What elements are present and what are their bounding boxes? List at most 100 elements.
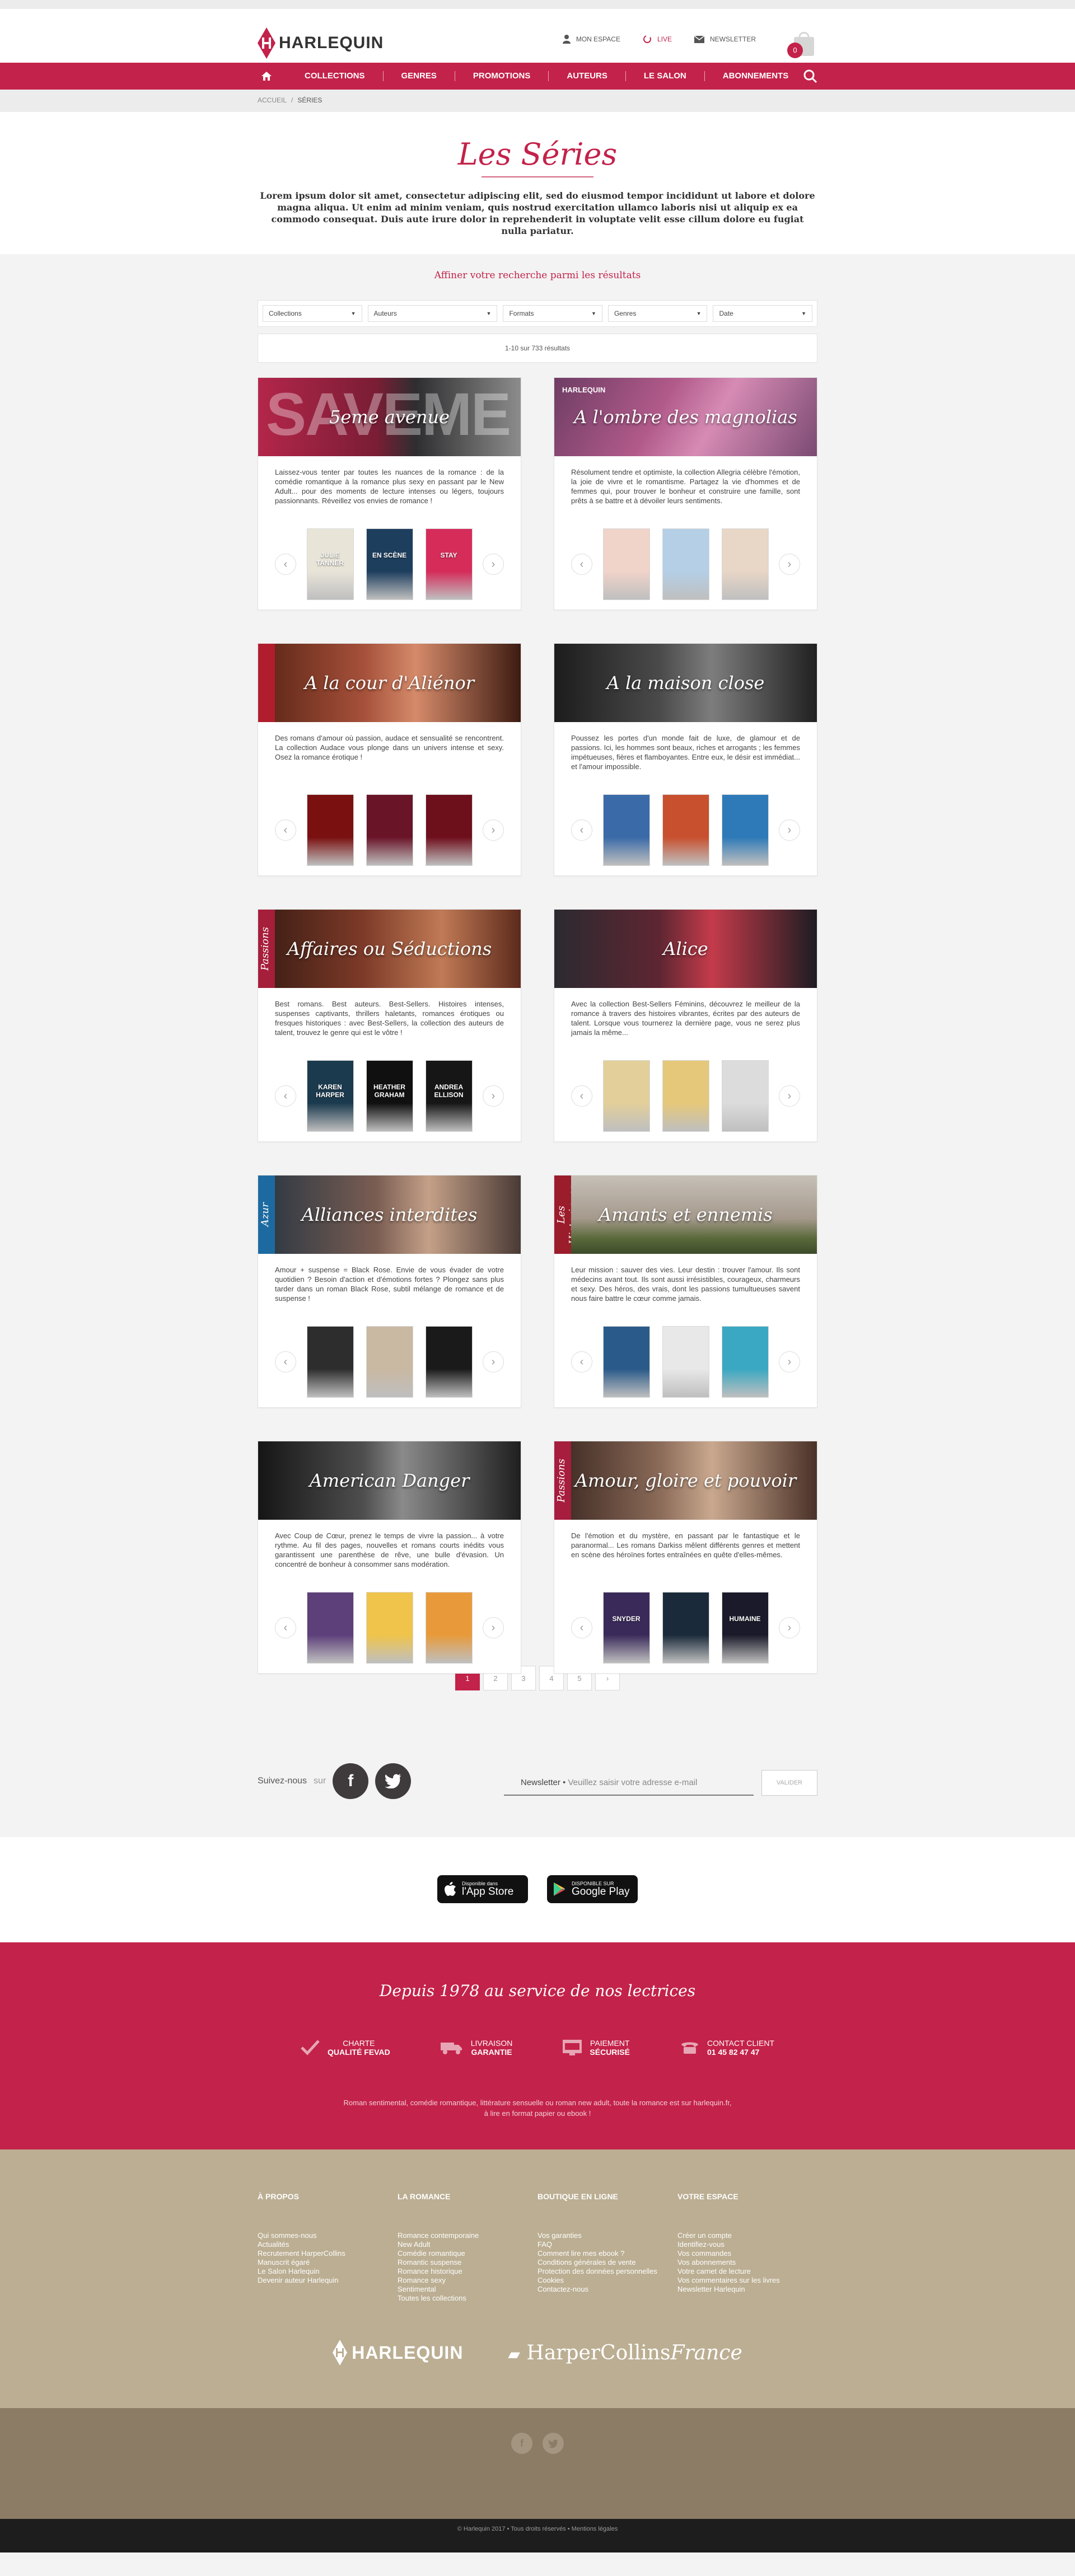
footer-link[interactable]: Romantic suspense: [398, 2258, 538, 2267]
footer-harlequin-logo[interactable]: HARLEQUIN: [333, 2340, 463, 2366]
chevron-left-icon[interactable]: ‹: [571, 554, 592, 575]
series-card[interactable]: HARLEQUIN A l'ombre des magnolias Résolume…: [554, 377, 817, 610]
series-banner[interactable]: American Danger: [258, 1441, 521, 1520]
footer-link[interactable]: Qui sommes-nous: [258, 2231, 398, 2240]
book-cover[interactable]: [425, 1326, 473, 1398]
twitter-icon[interactable]: [375, 1763, 412, 1799]
chevron-right-icon[interactable]: ›: [779, 1085, 800, 1107]
book-cover[interactable]: [721, 528, 769, 600]
footer-link[interactable]: Manuscrit égaré: [258, 2258, 398, 2267]
footer-link[interactable]: Newsletter Harlequin: [677, 2285, 817, 2294]
filter-formats-select[interactable]: Formats ▼: [503, 305, 602, 322]
filter-auteurs-select[interactable]: Auteurs ▼: [367, 305, 498, 322]
book-cover[interactable]: [425, 1592, 473, 1664]
chevron-right-icon[interactable]: ›: [483, 1351, 504, 1373]
book-cover[interactable]: [366, 794, 413, 866]
footer-facebook-icon[interactable]: f: [511, 2433, 532, 2454]
harpercollins-logo[interactable]: ▰ HarperCollinsFrance: [508, 2341, 742, 2364]
series-banner[interactable]: Azur Alliances interdites: [258, 1175, 521, 1254]
book-cover[interactable]: [662, 794, 709, 866]
book-cover[interactable]: [602, 1060, 650, 1132]
search-icon[interactable]: [803, 69, 817, 86]
series-card[interactable]: Les Historiques Amants et ennemis Leur mis…: [554, 1175, 817, 1408]
newsletter-email-field[interactable]: Newsletter • Veuillez saisir votre adres…: [504, 1770, 754, 1796]
chevron-left-icon[interactable]: ‹: [275, 554, 296, 575]
chevron-left-icon[interactable]: ‹: [275, 1085, 296, 1107]
footer-link[interactable]: FAQ: [538, 2240, 677, 2249]
newsletter-link[interactable]: NEWSLETTER: [694, 35, 756, 43]
book-cover[interactable]: [662, 1060, 709, 1132]
chevron-left-icon[interactable]: ‹: [571, 1617, 592, 1638]
nav-collections[interactable]: COLLECTIONS: [287, 63, 383, 90]
series-banner[interactable]: A la cour d'Aliénor: [258, 644, 521, 722]
series-banner[interactable]: SAVEME 5eme avenue: [258, 378, 521, 456]
footer-link[interactable]: Vos garanties: [538, 2231, 677, 2240]
book-cover[interactable]: [366, 1592, 413, 1664]
chevron-left-icon[interactable]: ‹: [571, 1085, 592, 1107]
book-cover[interactable]: [306, 1326, 354, 1398]
harlequin-logo[interactable]: HARLEQUIN: [258, 27, 384, 59]
chevron-left-icon[interactable]: ‹: [571, 1351, 592, 1373]
feature-contact-l2[interactable]: 01 45 82 47 47: [707, 2048, 774, 2057]
footer-link[interactable]: Protection des données personnelles: [538, 2267, 677, 2276]
chevron-right-icon[interactable]: ›: [483, 554, 504, 575]
breadcrumb-home[interactable]: ACCUEIL: [258, 96, 287, 104]
book-cover[interactable]: [662, 1592, 709, 1664]
footer-link[interactable]: Conditions générales de vente: [538, 2258, 677, 2267]
book-cover[interactable]: [721, 794, 769, 866]
book-cover[interactable]: HEATHER GRAHAM: [366, 1060, 413, 1132]
series-banner[interactable]: Passions Affaires ou Séductions: [258, 910, 521, 988]
series-banner[interactable]: HARLEQUIN A l'ombre des magnolias: [554, 378, 817, 456]
nav-auteurs[interactable]: AUTEURS: [549, 63, 625, 90]
nav-le-salon[interactable]: LE SALON: [626, 63, 704, 90]
footer-link[interactable]: Romance contemporaine: [398, 2231, 538, 2240]
my-account-link[interactable]: MON ESPACE: [562, 35, 620, 44]
app-store-badge[interactable]: Disponible dans l'App Store: [437, 1875, 528, 1903]
footer-link[interactable]: Devenir auteur Harlequin: [258, 2276, 398, 2285]
series-banner[interactable]: A la maison close: [554, 644, 817, 722]
book-cover[interactable]: [306, 1592, 354, 1664]
book-cover[interactable]: STAY: [425, 528, 473, 600]
footer-link[interactable]: Comment lire mes ebook ?: [538, 2249, 677, 2258]
chevron-right-icon[interactable]: ›: [779, 1617, 800, 1638]
facebook-icon[interactable]: f: [333, 1763, 369, 1799]
series-banner[interactable]: Les Historiques Amants et ennemis: [554, 1175, 817, 1254]
book-cover[interactable]: JULIE TANNER: [306, 528, 354, 600]
chevron-left-icon[interactable]: ‹: [275, 1617, 296, 1638]
filter-date-select[interactable]: Date ▼: [713, 305, 812, 322]
book-cover[interactable]: [602, 1326, 650, 1398]
footer-link[interactable]: New Adult: [398, 2240, 538, 2249]
footer-link[interactable]: Sentimental: [398, 2285, 538, 2294]
chevron-right-icon[interactable]: ›: [779, 1351, 800, 1373]
book-cover[interactable]: [425, 794, 473, 866]
footer-link[interactable]: Cookies: [538, 2276, 677, 2285]
footer-twitter-icon[interactable]: [543, 2433, 564, 2454]
filter-genres-select[interactable]: Genres ▼: [607, 305, 708, 322]
home-icon[interactable]: [258, 72, 275, 81]
chevron-left-icon[interactable]: ‹: [571, 819, 592, 841]
filter-collections-select[interactable]: Collections ▼: [263, 305, 362, 322]
series-card[interactable]: Passions Amour, gloire et pouvoir De l'émo…: [554, 1441, 817, 1674]
chevron-right-icon[interactable]: ›: [483, 819, 504, 841]
footer-link[interactable]: Vos commandes: [677, 2249, 817, 2258]
nav-promotions[interactable]: PROMOTIONS: [455, 63, 549, 90]
footer-link[interactable]: Contactez-nous: [538, 2285, 677, 2294]
chevron-left-icon[interactable]: ‹: [275, 819, 296, 841]
book-cover[interactable]: ANDREA ELLISON: [425, 1060, 473, 1132]
live-link[interactable]: LIVE: [643, 35, 672, 44]
chevron-right-icon[interactable]: ›: [483, 1085, 504, 1107]
series-card[interactable]: American Danger Avec Coup de Cœur, prenez…: [258, 1441, 521, 1674]
chevron-right-icon[interactable]: ›: [779, 819, 800, 841]
series-card[interactable]: Azur Alliances interdites Amour + suspense…: [258, 1175, 521, 1408]
book-cover[interactable]: KAREN HARPER: [306, 1060, 354, 1132]
newsletter-submit-button[interactable]: VALIDER: [761, 1770, 817, 1796]
book-cover[interactable]: [662, 528, 709, 600]
book-cover[interactable]: [662, 1326, 709, 1398]
footer-link[interactable]: Actualités: [258, 2240, 398, 2249]
series-card[interactable]: A la maison close Poussez les portes d'un…: [554, 643, 817, 876]
series-card[interactable]: Alice Avec la collection Best-Sellers Fém…: [554, 909, 817, 1142]
book-cover[interactable]: [602, 528, 650, 600]
footer-link[interactable]: Vos commentaires sur les livres: [677, 2276, 817, 2285]
footer-link[interactable]: Romance sexy: [398, 2276, 538, 2285]
footer-link[interactable]: Comédie romantique: [398, 2249, 538, 2258]
